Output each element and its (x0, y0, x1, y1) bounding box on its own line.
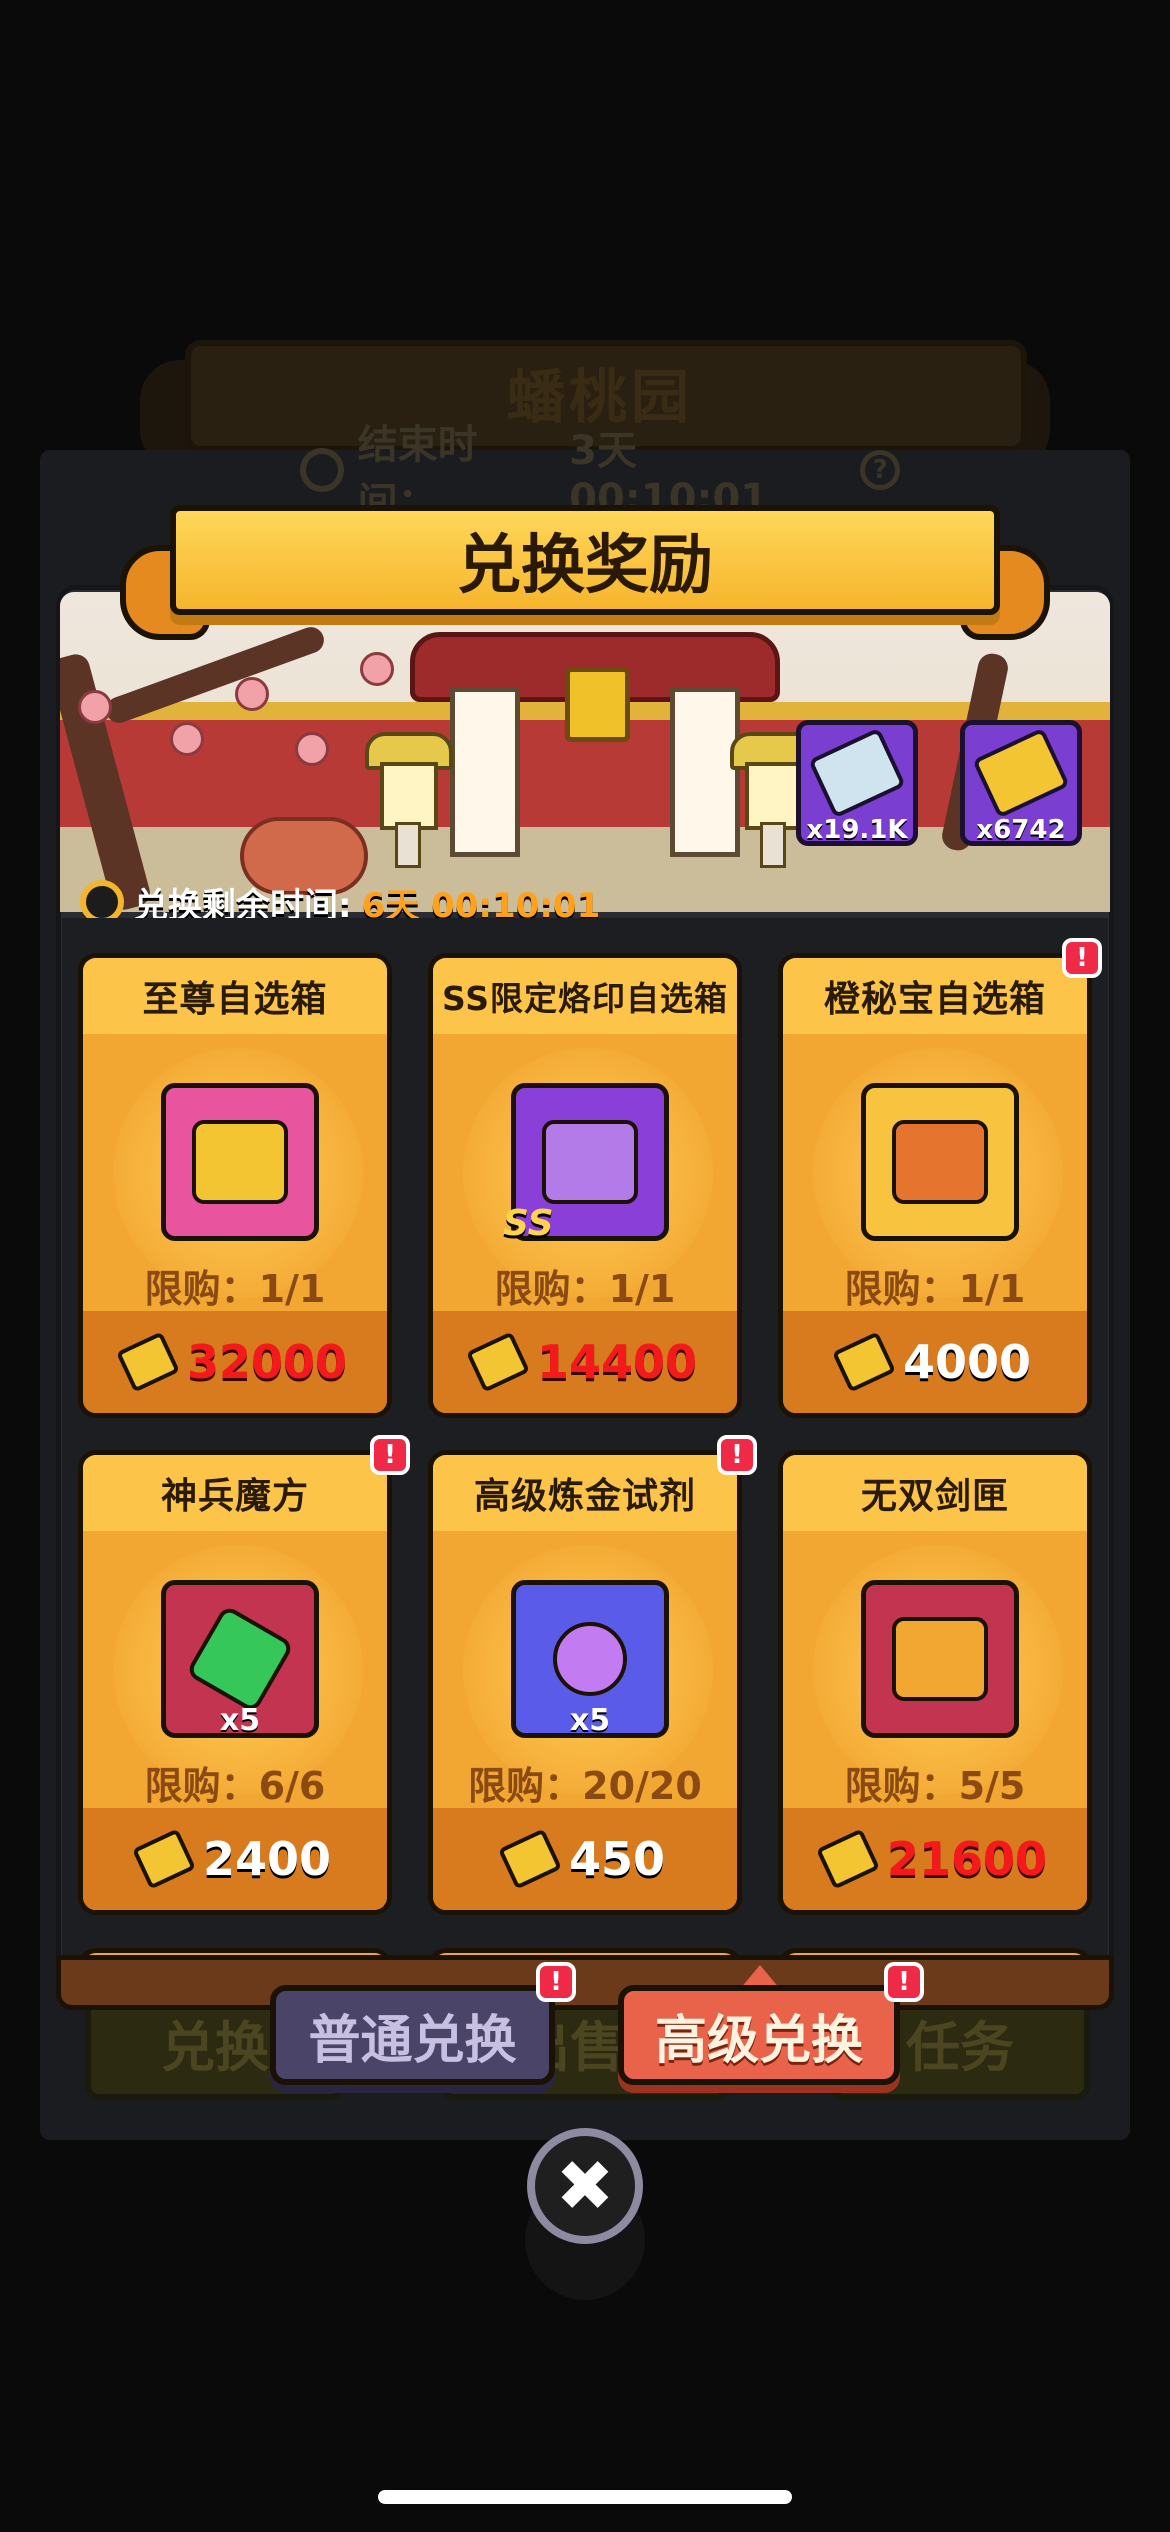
stone-lantern-left (365, 732, 453, 868)
item-limit: 限购：5/5 (844, 1764, 1026, 1808)
tab-normal-exchange[interactable]: 普通兑换 (270, 1985, 555, 2085)
blossom-icon (295, 732, 329, 766)
blossom-icon (78, 690, 112, 724)
alert-badge-icon: ! (717, 1435, 757, 1475)
item-grid: 至尊自选箱 限购：1/1 32000 SS限定烙印自选箱 SS 限购：1/1 1… (62, 918, 1108, 1968)
close-icon: ✖ (555, 2145, 615, 2227)
bg-help-icon: ? (860, 450, 901, 490)
item-card-supreme-box[interactable]: 至尊自选箱 限购：1/1 32000 (78, 953, 392, 1418)
item-price[interactable]: 4000 (783, 1311, 1087, 1413)
item-price-value: 14400 (536, 1335, 698, 1389)
item-limit: 限购：20/20 (468, 1764, 702, 1808)
item-limit: 限购：1/1 (144, 1267, 326, 1311)
gold-ticket-icon (132, 1828, 196, 1890)
item-price-value: 32000 (186, 1335, 348, 1389)
item-card-alchemy-potion[interactable]: 高级炼金试剂 x5 限购：20/20 450 (428, 1450, 742, 1915)
alert-badge-icon: ! (536, 1962, 576, 2002)
item-quantity: x5 (219, 1703, 261, 1738)
blossom-icon (235, 677, 269, 711)
item-price-value: 450 (568, 1832, 666, 1886)
item-name: 至尊自选箱 (83, 958, 387, 1034)
item-card-divine-cube[interactable]: 神兵魔方 x5 限购：6/6 2400 (78, 1450, 392, 1915)
alert-badge-icon: ! (1062, 938, 1102, 978)
sword-case-icon (861, 1580, 1019, 1738)
item-price[interactable]: 32000 (83, 1311, 387, 1413)
item-name: 橙秘宝自选箱 (783, 958, 1087, 1034)
item-card-sword-case[interactable]: 无双剑匣 限购：5/5 21600 (778, 1450, 1092, 1915)
gold-ticket-amount: x6742 (976, 815, 1066, 845)
courtyard-scene-image (60, 592, 1110, 912)
item-name: 高级炼金试剂 (433, 1455, 737, 1531)
orange-chest-icon (861, 1083, 1019, 1241)
gold-ticket-counter[interactable]: x6742 (960, 720, 1082, 846)
item-limit: 限购：6/6 (144, 1764, 326, 1808)
popup-bottom-strip (56, 1955, 1114, 2010)
gold-ticket-icon (816, 1828, 880, 1890)
gold-ticket-icon (832, 1331, 896, 1393)
silver-ticket-icon (808, 727, 906, 819)
alert-badge-icon: ! (370, 1435, 410, 1475)
bg-end-time: 结束时间： 3天 00:10:01 ? (300, 422, 901, 526)
item-price[interactable]: 14400 (433, 1311, 737, 1413)
item-limit: 限购：1/1 (844, 1267, 1026, 1311)
item-price[interactable]: 21600 (783, 1808, 1087, 1910)
gold-ticket-icon (466, 1331, 530, 1393)
item-name: 神兵魔方 (83, 1455, 387, 1531)
blossom-icon (170, 722, 204, 756)
item-price-value: 4000 (902, 1335, 1032, 1389)
gold-ticket-icon (972, 727, 1070, 819)
item-card-orange-treasure-box[interactable]: 橙秘宝自选箱 限购：1/1 4000 (778, 953, 1092, 1418)
tab-advanced-exchange[interactable]: 高级兑换 (618, 1985, 900, 2085)
item-card-ss-brand-box[interactable]: SS限定烙印自选箱 SS 限购：1/1 14400 (428, 953, 742, 1418)
close-button[interactable]: ✖ (527, 2128, 643, 2244)
item-limit: 限购：1/1 (494, 1267, 676, 1311)
gold-ticket-icon (116, 1331, 180, 1393)
popup-title: 兑换奖励 (170, 505, 1000, 615)
pink-chest-icon (161, 1083, 319, 1241)
item-price[interactable]: 2400 (83, 1808, 387, 1910)
item-name: SS限定烙印自选箱 (433, 958, 737, 1034)
item-price-value: 2400 (202, 1832, 332, 1886)
silver-ticket-counter[interactable]: x19.1K (796, 720, 918, 846)
item-price-value: 21600 (886, 1832, 1048, 1886)
home-indicator[interactable] (378, 2490, 792, 2504)
item-name: 无双剑匣 (783, 1455, 1087, 1531)
gold-ticket-icon (498, 1828, 562, 1890)
bg-clock-icon (300, 448, 344, 492)
alert-badge-icon: ! (884, 1962, 924, 2002)
gate-plaque (565, 667, 630, 742)
silver-ticket-amount: x19.1K (806, 815, 908, 845)
item-price[interactable]: 450 (433, 1808, 737, 1910)
gate-pillar-left (450, 687, 520, 857)
item-quantity: x5 (569, 1703, 611, 1738)
ss-badge: SS (503, 1203, 554, 1244)
